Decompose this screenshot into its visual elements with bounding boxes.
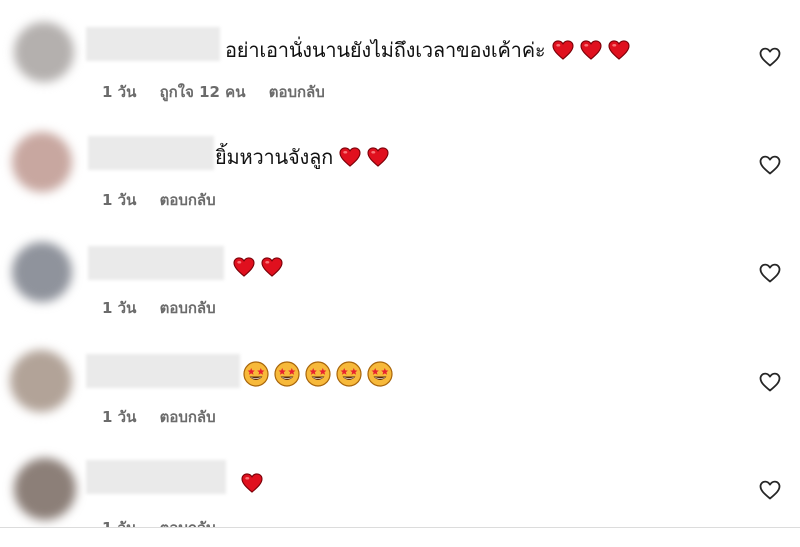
red-heart-emoji: [580, 40, 602, 60]
comment-item: 1 วัน ตอบกลับ: [0, 218, 800, 326]
red-heart-emoji: [608, 40, 630, 60]
comment-text: ยิ้มหวานจังลูก: [215, 145, 334, 169]
reply-button[interactable]: ตอบกลับ: [160, 191, 216, 209]
comment-text-row: [241, 470, 269, 496]
username-blurred[interactable]: [88, 246, 224, 280]
red-heart-emoji: [552, 40, 574, 60]
reply-button[interactable]: ตอบกลับ: [269, 83, 325, 101]
red-heart-emoji: [261, 257, 283, 277]
comment-text-row: [243, 361, 398, 387]
comment-time[interactable]: 1 วัน: [102, 408, 136, 426]
star-struck-emoji: [336, 361, 362, 387]
comment-item: ยิ้มหวานจังลูก 1 วัน ตอบกลับ: [0, 110, 800, 218]
reply-button[interactable]: ตอบกลับ: [160, 299, 216, 317]
avatar[interactable]: [10, 350, 72, 412]
like-button[interactable]: [758, 478, 782, 502]
red-heart-emoji: [339, 147, 361, 167]
emoji-group: [233, 255, 289, 279]
comment-time[interactable]: 1 วัน: [102, 83, 136, 101]
red-heart-emoji: [233, 257, 255, 277]
emoji-group: [243, 361, 398, 387]
like-button[interactable]: [758, 153, 782, 177]
like-button[interactable]: [758, 370, 782, 394]
comment-list: อย่าเอานั่งนานยังไม่ถึงเวลาของเค้าค่ะ 1 …: [0, 0, 800, 547]
star-struck-emoji: [305, 361, 331, 387]
emoji-group: [241, 471, 269, 495]
avatar[interactable]: [14, 458, 76, 520]
comment-text: อย่าเอานั่งนานยังไม่ถึงเวลาของเค้าค่ะ: [225, 38, 546, 62]
comment-meta: 1 วัน ตอบกลับ: [102, 296, 234, 320]
comment-item: 1 วัน ตอบกลับ: [0, 326, 800, 434]
bottom-edge: [0, 528, 800, 547]
username-blurred[interactable]: [86, 27, 220, 61]
comment-meta: 1 วัน ถูกใจ 12 คน ตอบกลับ: [102, 80, 343, 104]
star-struck-emoji: [243, 361, 269, 387]
comment-item: อย่าเอานั่งนานยังไม่ถึงเวลาของเค้าค่ะ 1 …: [0, 0, 800, 108]
avatar[interactable]: [12, 242, 72, 302]
like-button[interactable]: [758, 45, 782, 69]
comment-text-row: อย่าเอานั่งนานยังไม่ถึงเวลาของเค้าค่ะ: [225, 37, 636, 63]
red-heart-emoji: [367, 147, 389, 167]
heart-outline-icon: [759, 155, 781, 175]
emoji-group: [545, 38, 635, 62]
username-blurred[interactable]: [86, 354, 240, 388]
heart-outline-icon: [759, 480, 781, 500]
avatar[interactable]: [14, 22, 74, 82]
reply-button[interactable]: ตอบกลับ: [160, 408, 216, 426]
heart-outline-icon: [759, 263, 781, 283]
emoji-group: [333, 145, 395, 169]
comment-meta: 1 วัน ตอบกลับ: [102, 405, 234, 429]
like-button[interactable]: [758, 261, 782, 285]
star-struck-emoji: [367, 361, 393, 387]
comment-meta: 1 วัน ตอบกลับ: [102, 188, 234, 212]
likes-count[interactable]: ถูกใจ 12 คน: [160, 83, 246, 101]
heart-outline-icon: [759, 47, 781, 67]
comment-time[interactable]: 1 วัน: [102, 191, 136, 209]
comment-time[interactable]: 1 วัน: [102, 299, 136, 317]
red-heart-emoji: [241, 473, 263, 493]
comment-text-row: [233, 254, 289, 280]
username-blurred[interactable]: [86, 460, 226, 494]
username-blurred[interactable]: [88, 136, 214, 170]
avatar[interactable]: [12, 132, 72, 192]
heart-outline-icon: [759, 372, 781, 392]
star-struck-emoji: [274, 361, 300, 387]
comment-text-row: ยิ้มหวานจังลูก: [215, 144, 395, 170]
